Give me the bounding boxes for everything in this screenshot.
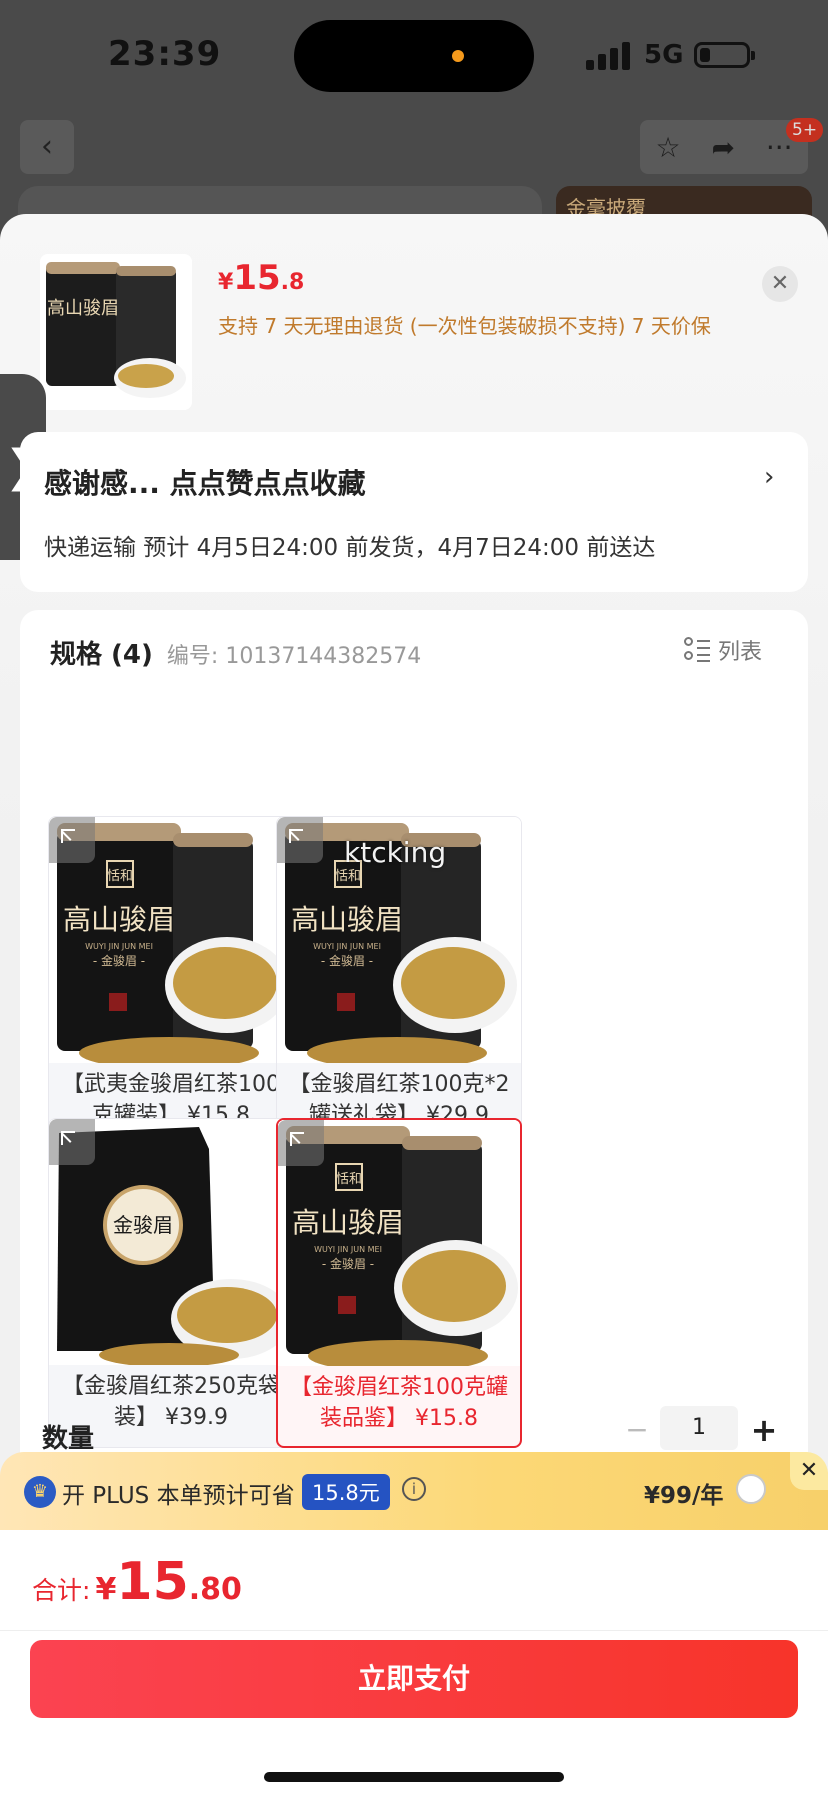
can-pinyin: WUYI JIN JUN MEI [313,942,381,951]
pay-now-button[interactable]: 立即支付 [30,1640,798,1718]
star-icon: ☆ [655,130,681,164]
recording-dot [452,50,464,62]
home-indicator[interactable] [264,1772,564,1782]
thumb-can-label: 高山骏眉 [47,298,119,319]
bag-label: 金骏眉 [113,1213,173,1237]
total-integer: 15 [116,1552,189,1612]
plus-savings-badge: 15.8元 [302,1474,390,1510]
order-total: 合计: ¥15.80 [32,1552,242,1612]
checkout-footer: 合计: ¥15.80 立即支付 [0,1530,828,1795]
chevron-right-icon: › [764,462,775,492]
can-pinyin: WUYI JIN JUN MEI [85,942,153,951]
spec-title: 规格 (4) [50,640,153,670]
plus-annual-price: ¥99/年 [644,1483,724,1509]
status-bar: 23:39 5G [0,0,828,110]
can-name: 高山骏眉 [63,903,175,936]
can-brand: 恬和 [335,869,361,884]
quantity-label: 数量 [42,1424,95,1454]
share-icon: ➦ [711,130,735,164]
crown-icon: ♛ [24,1476,56,1508]
expand-icon[interactable] [49,1119,95,1165]
total-currency: ¥ [95,1572,117,1607]
clock: 23:39 [108,34,222,74]
spec-option[interactable]: 恬和高山骏眉 - 金骏眉 - WUYI JIN JUN MEI 【金骏眉红茶100克罐… [276,1118,522,1448]
expand-icon[interactable] [49,817,95,863]
can-sub: - 金骏眉 - [322,1256,374,1271]
battery-icon [694,42,755,68]
watermark: ktcking [344,836,447,869]
back-icon: ‹ [20,120,74,174]
quantity-increment-button[interactable]: + [744,1410,784,1450]
expand-icon[interactable] [277,817,323,863]
spec-option-label: 【金骏眉红茶100克罐装品鉴】 ¥15.8 [290,1375,508,1431]
can-sub: - 金骏眉 - [321,953,373,968]
message-badge: 5+ [786,118,824,142]
info-icon[interactable]: i [402,1477,426,1501]
plus-promo-text: 开 PLUS 本单预计可省 [62,1483,295,1509]
total-label: 合计: [32,1576,91,1605]
product-thumbnail[interactable]: 高山骏眉 [40,254,192,410]
spec-option[interactable]: 金骏眉 【金骏眉红茶250克袋装】 ¥39.9 [48,1118,294,1448]
can-brand: 恬和 [336,1172,362,1187]
dynamic-island [294,20,534,92]
total-decimal: .80 [188,1572,242,1607]
close-sheet-button[interactable]: ✕ [762,266,798,302]
network-label: 5G [644,40,684,70]
can-sub: - 金骏眉 - [93,953,145,968]
list-icon [684,637,710,663]
list-view-toggle[interactable]: 列表 [684,634,762,666]
quantity-decrement-button[interactable]: − [620,1412,654,1448]
divider [0,1630,828,1631]
can-name: 高山骏眉 [291,903,403,936]
list-label: 列表 [718,640,763,665]
price-integer: 15 [233,258,281,298]
plus-select-radio[interactable] [736,1474,766,1504]
promo-title: 感谢感... 点点赞点点收藏 [44,467,366,500]
sku-price: ¥15.8 [218,258,304,298]
signal-icon [586,42,634,70]
sku-code: 编号: 10137144382574 [166,644,422,669]
shipping-estimate: 快递运输 预计 4月5日24:00 前发货，4月7日24:00 前送达 [44,535,656,561]
background-actions: ☆ ➦ ··· [640,120,808,174]
plus-membership-bar[interactable]: ♛ 开 PLUS 本单预计可省 15.8元 i ¥99/年 [0,1452,828,1530]
delivery-info-card[interactable]: 感谢感... 点点赞点点收藏 › 快递运输 预计 4月5日24:00 前发货，4… [20,432,808,592]
return-policy: 支持 7 天无理由退货 (一次性包装破损不支持) 7 天价保 [218,314,711,338]
background-nav: ‹ ☆ ➦ ··· 5+ [0,118,828,180]
price-decimal: .8 [280,270,305,295]
can-name: 高山骏眉 [292,1206,404,1239]
price-currency: ¥ [218,270,234,295]
can-pinyin: WUYI JIN JUN MEI [314,1245,382,1254]
spec-option[interactable]: 恬和 高山骏眉 - 金骏眉 - WUYI JIN JUN MEI 【武夷金骏眉红茶100… [48,816,294,1146]
can-brand: 恬和 [107,869,133,884]
expand-icon[interactable] [278,1120,324,1166]
spec-header: 规格 (4) 编号: 10137144382574 [50,634,421,671]
quantity-input[interactable]: 1 [660,1406,738,1450]
